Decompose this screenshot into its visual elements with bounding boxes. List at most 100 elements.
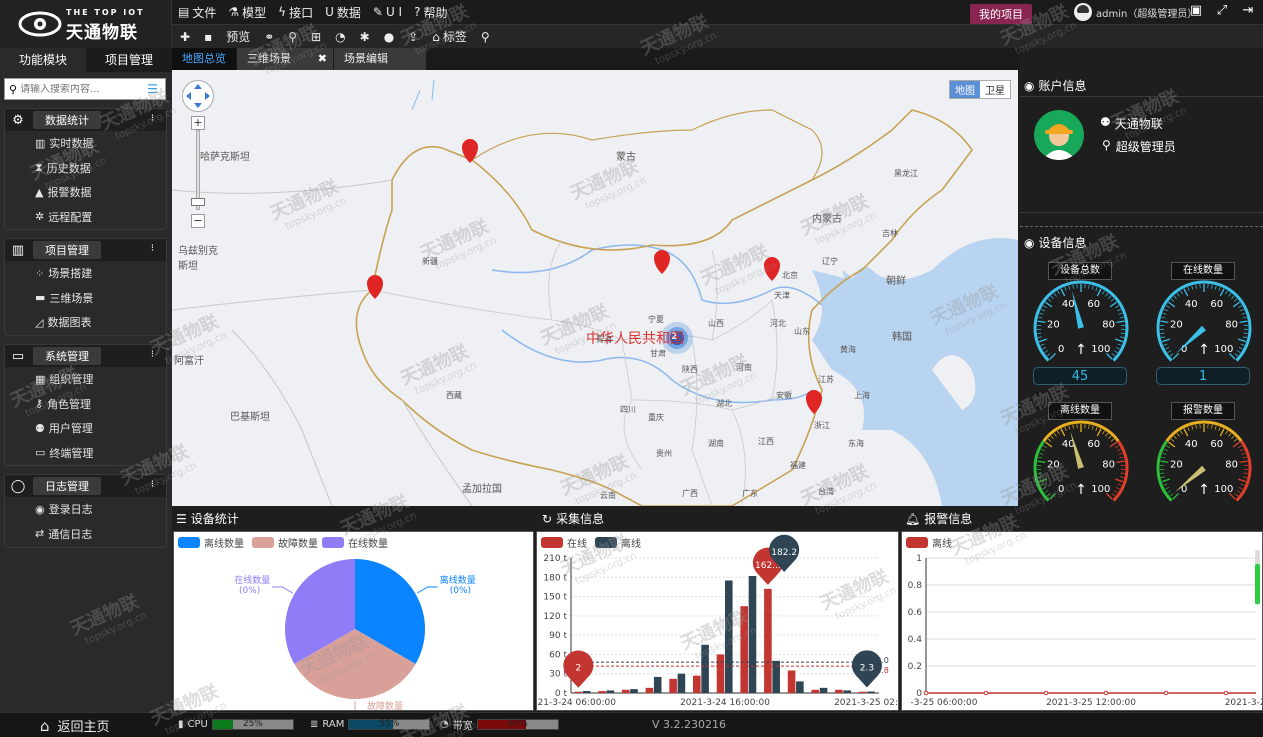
sidebar-item[interactable]: ⁘ 场景搭建 xyxy=(5,261,166,286)
pie-icon[interactable]: ◔ xyxy=(335,30,345,44)
gauge-tick-label: 0 xyxy=(1058,344,1064,355)
sidebar-item[interactable]: ◉ 登录日志 xyxy=(5,497,166,522)
map-view[interactable]: 2 哈萨克斯坦 蒙古 乌兹别克斯坦 新疆 中华人民共和国 阿富汗 巴基斯坦 西藏 孟加拉国 朝鲜韩… xyxy=(172,70,1018,506)
add-icon[interactable]: ✚ xyxy=(180,30,190,44)
alert-icon[interactable]: ● xyxy=(384,30,394,44)
gauge-tick xyxy=(1115,346,1120,350)
gauge-tick xyxy=(1161,456,1166,459)
gauge-tick xyxy=(1232,441,1240,448)
list-icon[interactable]: ☰ xyxy=(147,82,158,96)
gauge-tick xyxy=(1095,286,1098,291)
pan-control[interactable] xyxy=(182,80,214,112)
list-icon: ☰ xyxy=(176,511,187,526)
sidebar-item[interactable]: ▥ 实时数据 xyxy=(5,131,166,156)
pie-label: 在线数量 xyxy=(234,574,270,586)
gauge-tick xyxy=(1046,353,1051,357)
map-type-map[interactable]: 地图 xyxy=(950,81,980,98)
sidebar-item[interactable]: ▭ 终端管理 xyxy=(5,441,166,466)
key-icon: ⚷ xyxy=(35,397,44,411)
close-icon[interactable]: ✖ xyxy=(318,48,327,70)
tag-button[interactable]: ⌂ 标签 xyxy=(432,28,467,45)
gauge-tick xyxy=(1241,452,1246,455)
save-icon[interactable]: ▪ xyxy=(204,30,212,44)
id-card-icon[interactable]: ▣ xyxy=(1188,3,1204,19)
user-avatar xyxy=(1074,3,1092,21)
sidebar-item[interactable]: ✲ 远程配置 xyxy=(5,205,166,230)
gauge-tick xyxy=(1119,476,1125,478)
sidebar-item[interactable]: ⧗ 历史数据 xyxy=(5,156,166,181)
upload-icon[interactable]: ⇪ xyxy=(408,30,418,44)
zoom-out-button[interactable]: − xyxy=(191,214,205,228)
group-header[interactable]: ⚙ 数据统计 ⁝ xyxy=(5,109,166,131)
link-icon[interactable]: ⚲ xyxy=(288,30,297,44)
scene-tabs: 地图总览 三维场景 ✖ 场景编辑 xyxy=(172,48,1020,70)
menu-ui[interactable]: ✎ U I xyxy=(373,5,402,19)
group-header[interactable]: ◯ 日志管理 ⁝ xyxy=(5,475,166,497)
gauge-tick xyxy=(1050,435,1054,440)
y-tick-label: 90 t xyxy=(549,631,567,641)
menu-model[interactable]: ⚗ 模型 xyxy=(228,4,266,21)
map-label: 宁夏 xyxy=(648,315,664,324)
gauge-tick xyxy=(1234,353,1239,357)
group-header[interactable]: ▥ 项目管理 ⁝ xyxy=(5,239,166,261)
x-tick-label: 2021-3-25 xyxy=(1225,698,1262,708)
sidebar-item[interactable]: ⚷ 角色管理 xyxy=(5,392,166,417)
gauge-tick xyxy=(1233,438,1238,442)
gauge-tick xyxy=(1091,285,1094,290)
handle-icon: ⁝ xyxy=(150,243,154,254)
my-project-button[interactable]: 我的项目 xyxy=(970,4,1032,24)
alarm-chart-box: 离线 0 0.2 0.4 0.6 0.8 1 -3-25 06:00:00 2021-3-25… xyxy=(901,531,1263,711)
menu-file[interactable]: ▤ 文件 xyxy=(178,4,216,21)
gauge-tick xyxy=(1218,426,1221,431)
bar-chart: 0 t30 t60 t90 t120 t150 t180 t210 t2021-… xyxy=(537,534,898,708)
tab-map-overview[interactable]: 地图总览 xyxy=(172,48,236,70)
sidebar-tabs: 功能模块 项目管理 xyxy=(0,48,172,72)
gauge-tick xyxy=(1170,298,1175,302)
sidebar-item[interactable]: ▲ 报警数据 xyxy=(5,180,166,205)
tab-3d-scene[interactable]: 三维场景 ✖ xyxy=(237,48,333,70)
sitemap-icon[interactable]: ⊞ xyxy=(311,30,321,44)
tab-project-manage[interactable]: 项目管理 xyxy=(86,48,172,72)
map-label: 青海 xyxy=(596,335,612,344)
menu-data[interactable]: U 数据 xyxy=(325,4,361,21)
preview-button[interactable]: 预览 xyxy=(226,28,250,45)
cpu-meter: ▮ CPU 25% xyxy=(178,718,294,731)
gauge-tick xyxy=(1045,301,1053,308)
chart-icon: ▥ xyxy=(35,136,46,150)
share-icon[interactable]: ⚭ xyxy=(264,30,274,44)
menu-help[interactable]: ? 帮助 xyxy=(414,4,447,21)
divider xyxy=(1020,226,1263,227)
pie-chart: 离线数量(0%)故障数量(0%)在线数量(0%) xyxy=(234,559,476,710)
tab-function-modules[interactable]: 功能模块 xyxy=(0,48,86,72)
sidebar-item[interactable]: ⇄ 通信日志 xyxy=(5,522,166,547)
sidebar-item[interactable]: ▦ 组织管理 xyxy=(5,367,166,392)
gauge-tick xyxy=(1115,305,1120,308)
user-info[interactable]: admin（超级管理员） xyxy=(1074,3,1197,21)
gauge-tick xyxy=(1040,483,1045,486)
pin-icon[interactable]: ⚲ xyxy=(481,30,490,44)
map-label: 广西 xyxy=(682,489,698,498)
sidebar-item[interactable]: ▬ 三维场景 xyxy=(5,286,166,311)
sidebar-item[interactable]: ◿ 数据图表 xyxy=(5,310,166,335)
tab-scene-edit[interactable]: 场景编辑 xyxy=(334,48,426,70)
gauge-tick xyxy=(1049,492,1057,500)
zoom-in-button[interactable]: + xyxy=(191,116,205,130)
sidebar-item[interactable]: ⚉ 用户管理 xyxy=(5,416,166,441)
gauge-tick xyxy=(1042,305,1047,308)
group-header[interactable]: ▭ 系统管理 ⁝ xyxy=(5,345,166,367)
zoom-handle[interactable] xyxy=(191,198,205,206)
alarm-title: 🔔︎ 报警信息 xyxy=(905,511,973,527)
gauge-tick xyxy=(1240,343,1245,346)
home-button[interactable]: ⌂ 返回主页 xyxy=(40,716,110,736)
line-point xyxy=(983,690,989,696)
gauge-tick xyxy=(1039,312,1044,315)
fullscreen-icon[interactable]: ⤢ xyxy=(1214,3,1230,19)
gauge-tick xyxy=(1038,316,1043,319)
logout-icon[interactable]: ⇥ xyxy=(1240,3,1256,19)
map-type-satellite[interactable]: 卫星 xyxy=(980,81,1010,98)
search-input[interactable] xyxy=(20,83,145,95)
menu-interface[interactable]: ϟ 接口 xyxy=(278,4,313,21)
gauge-tick xyxy=(1234,493,1239,497)
cog-icon[interactable]: ✱ xyxy=(360,30,370,44)
chat-icon: ◯ xyxy=(10,478,26,494)
